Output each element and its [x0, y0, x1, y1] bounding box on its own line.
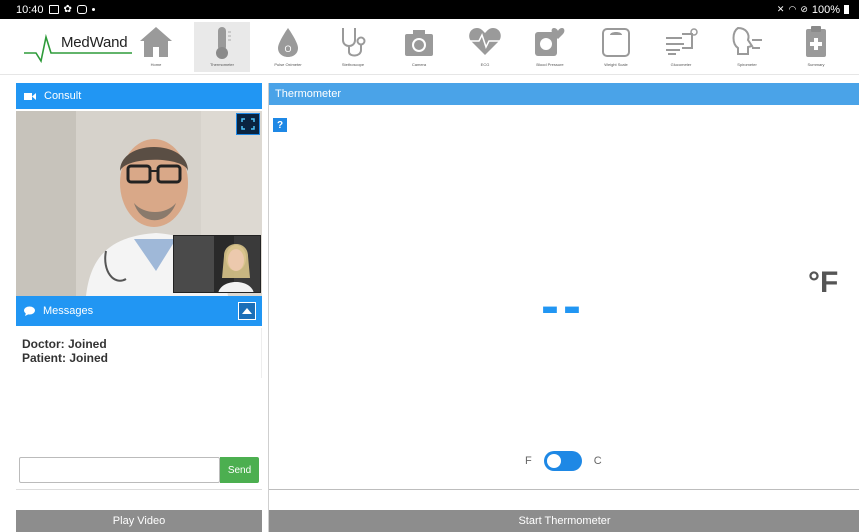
messages-title: Messages: [43, 305, 94, 317]
nav-label: Home: [150, 62, 162, 67]
patient-video-pip[interactable]: [173, 235, 261, 293]
ecg-icon: [469, 28, 501, 55]
temperature-reading: --: [541, 276, 585, 336]
nav-glucometer[interactable]: Glucometer: [653, 22, 709, 72]
blood-pressure-icon: [535, 28, 565, 56]
divider: [269, 489, 859, 490]
spirometer-icon: [732, 26, 762, 55]
thermometer-icon: [216, 27, 231, 59]
consult-title: Consult: [44, 90, 82, 102]
temperature-unit: °F: [808, 266, 839, 299]
nav-thermometer[interactable]: Thermometer: [194, 22, 250, 72]
send-button[interactable]: Send: [220, 457, 259, 483]
summary-icon: [806, 26, 826, 57]
message-line: Doctor: Joined: [22, 337, 107, 351]
message-compose: Send: [19, 457, 259, 485]
stethoscope-icon: [342, 28, 366, 57]
collapse-messages-button[interactable]: [238, 302, 256, 320]
nav-camera[interactable]: Camera: [391, 22, 447, 72]
patient-video-frame: [174, 236, 260, 292]
top-nav: MedWand Home Thermometer O Pulse Oximete…: [0, 19, 859, 75]
weight-scale-icon: [602, 28, 630, 57]
gallery-icon: [48, 5, 59, 14]
consult-panel: Consult Messages Doctor: Joined Patient:…: [16, 83, 262, 532]
mute-icon: ✕: [776, 4, 785, 14]
video-camera-icon: [24, 92, 36, 100]
doctor-video[interactable]: [16, 111, 262, 296]
nav-label: Pulse Oximeter: [274, 62, 302, 67]
messages-header: Messages: [16, 296, 262, 326]
fahrenheit-label: F: [525, 455, 532, 467]
nav-label: Thermometer: [209, 62, 234, 67]
notification-dot-icon: [91, 8, 95, 11]
nav-label: ECG: [480, 62, 490, 67]
chevron-up-icon: [242, 307, 252, 314]
nav-blood-pressure[interactable]: Blood Pressure: [522, 22, 578, 72]
start-thermometer-button[interactable]: Start Thermometer: [269, 510, 859, 532]
chat-bubble-icon: [24, 306, 35, 316]
cast-icon: [76, 5, 87, 14]
nav-label: Glucometer: [670, 62, 692, 67]
medwand-logo: MedWand: [24, 31, 132, 65]
celsius-label: C: [593, 455, 602, 467]
nav-label: Blood Pressure: [536, 62, 564, 67]
svg-text:O: O: [284, 44, 291, 54]
thermometer-panel: Thermometer ? -- °F F C Start Thermomete…: [268, 83, 859, 532]
fullscreen-icon: [241, 118, 255, 130]
battery-icon: [844, 5, 849, 14]
dnd-icon: ⊘: [800, 4, 808, 14]
nav-ecg[interactable]: ECG: [457, 22, 513, 72]
nav-label: Weight Scale: [604, 62, 628, 67]
app-root: 10:40 ✿ ✕ ◠ ⊘ 100% MedWand Home Thermome…: [0, 0, 859, 532]
nav-pulse-oximeter[interactable]: O Pulse Oximeter: [260, 22, 316, 72]
divider: [16, 489, 262, 490]
nav-home[interactable]: Home: [128, 22, 184, 72]
unit-toggle[interactable]: [543, 451, 582, 471]
nav-label: Summary: [807, 62, 825, 67]
home-icon: [140, 27, 172, 57]
thermometer-title: Thermometer: [275, 88, 342, 100]
pulse-oximeter-icon: O: [278, 28, 298, 57]
help-button[interactable]: ?: [273, 118, 287, 132]
nav-stethoscope[interactable]: Stethoscope: [325, 22, 381, 72]
nav-label: Camera: [411, 62, 427, 67]
message-input[interactable]: [19, 457, 220, 483]
nav-spirometer[interactable]: Spirometer: [719, 22, 775, 72]
nav-label: Stethoscope: [341, 62, 365, 67]
wifi-icon: ◠: [788, 4, 797, 14]
status-time: 10:40: [16, 3, 44, 16]
fullscreen-button[interactable]: [236, 113, 260, 135]
unit-toggle-row: F C: [525, 451, 602, 471]
nav-weight-scale[interactable]: Weight Scale: [588, 22, 644, 72]
nav-label: Spirometer: [737, 62, 757, 67]
logo-text: MedWand: [61, 34, 128, 51]
message-log: Doctor: Joined Patient: Joined: [16, 328, 262, 378]
message-line: Patient: Joined: [22, 351, 109, 365]
consult-header: Consult: [16, 83, 262, 109]
camera-icon: [405, 30, 433, 56]
play-video-button[interactable]: Play Video: [16, 510, 262, 532]
battery-level: 100%: [811, 3, 840, 16]
toggle-knob: [546, 454, 561, 468]
glucometer-icon: [666, 28, 698, 55]
status-bar: 10:40 ✿ ✕ ◠ ⊘ 100%: [0, 0, 859, 19]
thermometer-header: Thermometer: [269, 83, 859, 105]
settings-icon: ✿: [63, 4, 72, 15]
nav-summary[interactable]: Summary: [788, 22, 844, 72]
